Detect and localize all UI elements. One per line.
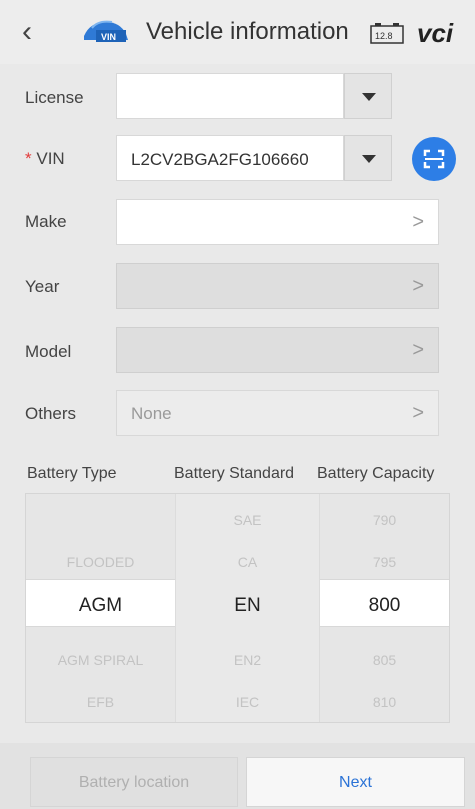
dropdown-triangle-icon bbox=[362, 155, 376, 163]
vci-status-icon[interactable]: vci bbox=[417, 18, 453, 49]
picker-option[interactable]: IEC bbox=[176, 694, 319, 710]
vin-dropdown-button[interactable] bbox=[344, 135, 392, 181]
page-title: Vehicle information bbox=[146, 18, 349, 45]
others-placeholder: None bbox=[131, 404, 172, 423]
picker-option[interactable]: 795 bbox=[320, 554, 449, 570]
selected-battery-capacity[interactable]: 800 bbox=[320, 595, 449, 617]
vin-input[interactable]: L2CV2BGA2FG106660 bbox=[116, 135, 344, 181]
picker-option[interactable]: FLOODED bbox=[26, 554, 175, 570]
picker-option[interactable]: EN2 bbox=[176, 652, 319, 668]
battery-capacity-header: Battery Capacity bbox=[317, 465, 435, 482]
picker-option[interactable]: EFB bbox=[26, 694, 175, 710]
picker-option[interactable]: AGM SPIRAL bbox=[26, 652, 175, 668]
picker-option[interactable]: CA bbox=[176, 554, 319, 570]
chevron-right-icon: > bbox=[412, 275, 424, 297]
year-selector[interactable]: > bbox=[116, 263, 439, 309]
make-label: Make bbox=[25, 212, 67, 231]
battery-icon: 12.8 bbox=[370, 23, 404, 44]
picker-option[interactable]: 805 bbox=[320, 652, 449, 668]
vin-label-row: * VIN bbox=[25, 149, 65, 169]
vin-value: L2CV2BGA2FG106660 bbox=[131, 150, 309, 169]
vin-logo-text: VIN bbox=[101, 32, 116, 42]
vci-label: vci bbox=[417, 18, 454, 48]
others-selector[interactable]: None > bbox=[116, 390, 439, 436]
chevron-right-icon: > bbox=[412, 402, 424, 424]
vin-car-logo-icon: VIN bbox=[84, 20, 128, 42]
picker-option[interactable]: 790 bbox=[320, 512, 449, 528]
selected-battery-type[interactable]: AGM bbox=[26, 595, 175, 617]
selected-battery-standard[interactable]: EN bbox=[175, 595, 320, 617]
picker-option[interactable]: SAE bbox=[176, 512, 319, 528]
app-header: ‹ VIN Vehicle information 12.8 vci bbox=[0, 0, 475, 64]
picker-option[interactable]: 810 bbox=[320, 694, 449, 710]
license-dropdown-button[interactable] bbox=[344, 73, 392, 119]
scan-icon bbox=[423, 149, 445, 169]
license-input[interactable] bbox=[116, 73, 344, 119]
chevron-right-icon: > bbox=[412, 339, 424, 361]
battery-type-header: Battery Type bbox=[27, 465, 117, 482]
back-arrow-icon[interactable]: ‹ bbox=[22, 14, 46, 50]
year-label: Year bbox=[25, 277, 60, 296]
model-selector[interactable]: > bbox=[116, 327, 439, 373]
required-mark: * bbox=[25, 149, 32, 168]
chevron-right-icon: > bbox=[412, 211, 424, 233]
dropdown-triangle-icon bbox=[362, 93, 376, 101]
battery-picker[interactable]: FLOODED AGM SPIRAL EFB SAE CA EN2 IEC 79… bbox=[25, 493, 450, 723]
next-button[interactable]: Next bbox=[246, 757, 465, 807]
model-label: Model bbox=[25, 342, 72, 361]
scan-vin-button[interactable] bbox=[412, 137, 456, 181]
battery-location-button[interactable]: Battery location bbox=[30, 757, 238, 807]
vin-label: VIN bbox=[36, 149, 65, 168]
license-label: License bbox=[25, 88, 84, 107]
battery-standard-header: Battery Standard bbox=[174, 465, 295, 482]
make-selector[interactable]: > bbox=[116, 199, 439, 245]
battery-voltage: 12.8 bbox=[375, 31, 393, 41]
others-label: Others bbox=[25, 404, 77, 423]
